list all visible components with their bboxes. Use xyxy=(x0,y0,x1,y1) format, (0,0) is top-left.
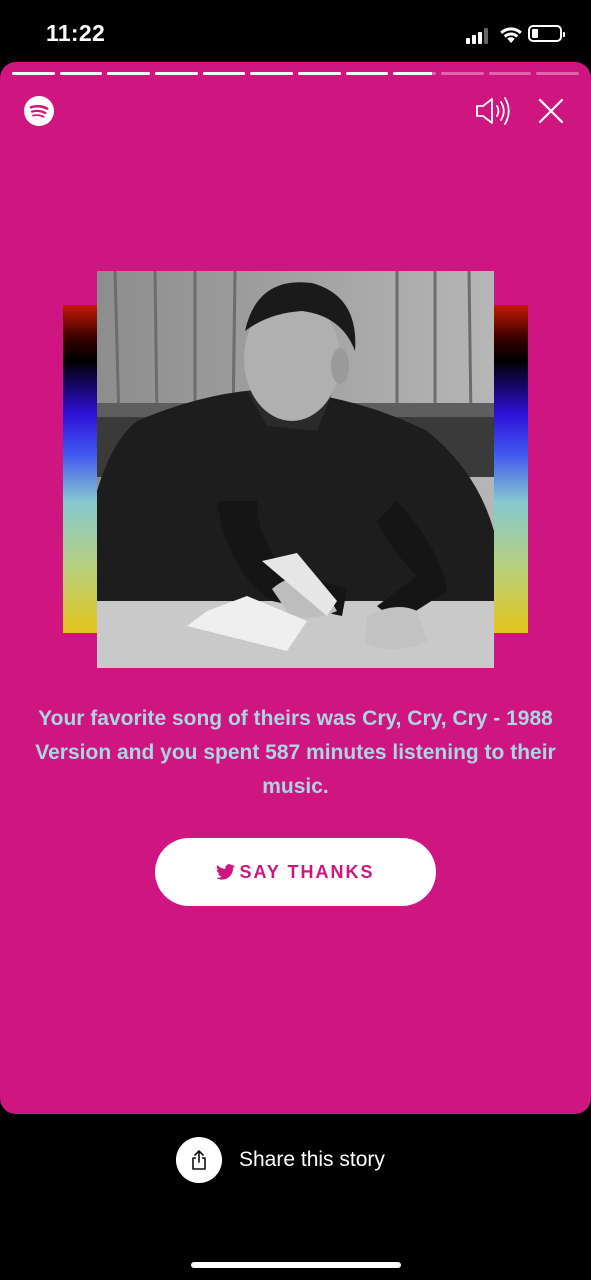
volume-icon[interactable] xyxy=(474,96,512,126)
progress-segment xyxy=(59,72,103,75)
story-message: Your favorite song of theirs was Cry, Cr… xyxy=(35,707,556,798)
progress-segment xyxy=(12,72,55,75)
gradient-strip-right xyxy=(494,305,528,633)
progress-segment xyxy=(250,72,294,75)
progress-segment xyxy=(202,72,246,75)
progress-segment xyxy=(107,72,151,75)
status-time: 11:22 xyxy=(46,20,106,46)
cellular-signal-icon xyxy=(466,28,492,44)
say-thanks-button[interactable]: SAY THANKS xyxy=(155,838,436,906)
share-story-button[interactable]: Share this story xyxy=(176,1137,385,1183)
artist-photo xyxy=(97,271,494,668)
gradient-strip-left xyxy=(63,305,97,633)
story-card[interactable]: Your favorite song of theirs was Cry, Cr… xyxy=(0,62,591,1114)
progress-segment xyxy=(298,72,341,75)
progress-segment xyxy=(393,72,437,75)
progress-segment xyxy=(441,72,484,75)
progress-segment xyxy=(155,72,198,75)
share-label: Share this story xyxy=(239,1148,385,1171)
close-icon[interactable] xyxy=(538,98,564,124)
status-bar: 11:22 xyxy=(0,0,591,62)
share-icon xyxy=(176,1137,222,1183)
story-progress-bar xyxy=(12,72,580,75)
home-indicator[interactable] xyxy=(191,1262,401,1268)
say-thanks-label: SAY THANKS xyxy=(239,861,375,882)
progress-segment xyxy=(536,72,580,75)
battery-icon xyxy=(528,25,565,42)
progress-segment xyxy=(345,72,389,75)
twitter-icon xyxy=(216,864,236,880)
progress-segment xyxy=(488,72,532,75)
wifi-icon xyxy=(500,27,522,43)
spotify-logo-icon xyxy=(24,96,54,126)
